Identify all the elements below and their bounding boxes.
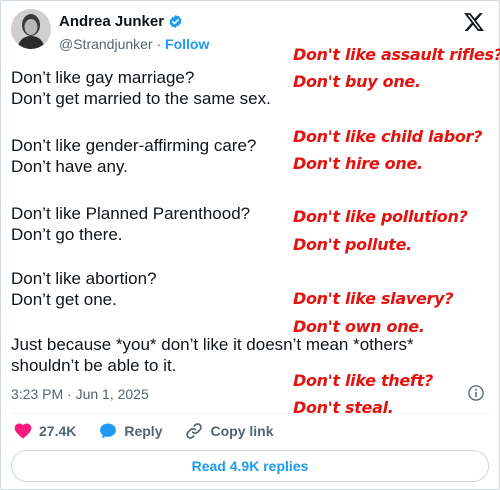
annotation-answer: Don't buy one. (293, 72, 421, 91)
copy-link-button[interactable]: Copy link (184, 421, 274, 441)
handle-line: @Strandjunker · Follow (59, 36, 209, 52)
tweet-paragraph: Don’t like gay marriage? Don’t get marri… (11, 67, 271, 109)
tweet-line: Don’t like gender-affirming care? (11, 136, 257, 155)
action-bar: 27.4K Reply Copy link (13, 421, 296, 441)
annotation-question: Don't like child labor? (293, 127, 483, 146)
annotation-answer: Don't hire one. (293, 154, 423, 173)
x-logo-icon[interactable] (463, 11, 485, 33)
tweet-line: Don’t like gay marriage? (11, 68, 195, 87)
tweet-card: Andrea Junker @Strandjunker · Follow Don… (0, 0, 500, 490)
author-name[interactable]: Andrea Junker (59, 13, 164, 30)
annotation-answer: Don't steal. (293, 398, 394, 417)
tweet-paragraph: Don’t like Planned Parenthood? Don’t go … (11, 203, 250, 245)
tweet-paragraph: Don’t like gender-affirming care? Don’t … (11, 135, 256, 177)
speech-bubble-icon (100, 423, 117, 439)
verified-badge-icon (169, 14, 182, 29)
tweet-line: Don’t like Planned Parenthood? (11, 204, 251, 223)
annotation-question: Don't like theft? (293, 371, 433, 390)
annotation-question: Don't like assault rifles? (293, 45, 500, 64)
tweet-line: Don’t get married to the same sex. (11, 89, 271, 108)
author-handle[interactable]: @Strandjunker (59, 36, 153, 52)
follow-link[interactable]: Follow (165, 36, 209, 52)
avatar[interactable] (11, 9, 51, 49)
annotation-answer: Don't pollute. (293, 235, 412, 254)
tweet-timestamp[interactable]: 3:23 PM · Jun 1, 2025 (11, 386, 149, 402)
annotation-question: Don't like slavery? (293, 289, 454, 308)
read-replies-button[interactable]: Read 4.9K replies (11, 450, 489, 482)
tweet-paragraph: Don’t like abortion? Don’t get one. (11, 268, 157, 310)
reply-button[interactable]: Reply (98, 421, 162, 441)
like-count: 27.4K (39, 423, 77, 439)
tweet-line: Don’t go there. (11, 225, 123, 244)
like-button[interactable]: 27.4K (13, 421, 76, 441)
divider (11, 413, 489, 414)
annotation-question: Don't like pollution? (293, 207, 468, 226)
author-name-row[interactable]: Andrea Junker (59, 13, 183, 30)
separator: · (156, 36, 162, 52)
tweet-line: Don’t like abortion? (11, 269, 157, 288)
tweet-line: Just because *you* don’t like it doesn’t… (11, 335, 414, 354)
heart-icon (14, 423, 32, 439)
info-icon[interactable] (467, 384, 485, 402)
tweet-line: Don’t get one. (11, 290, 117, 309)
copy-link-label: Copy link (210, 423, 274, 439)
link-icon (186, 423, 203, 439)
tweet-paragraph: Just because *you* don’t like it doesn’t… (11, 334, 414, 376)
reply-label: Reply (124, 423, 163, 439)
annotation-answer: Don't own one. (293, 317, 425, 336)
tweet-line: Don’t have any. (11, 157, 128, 176)
